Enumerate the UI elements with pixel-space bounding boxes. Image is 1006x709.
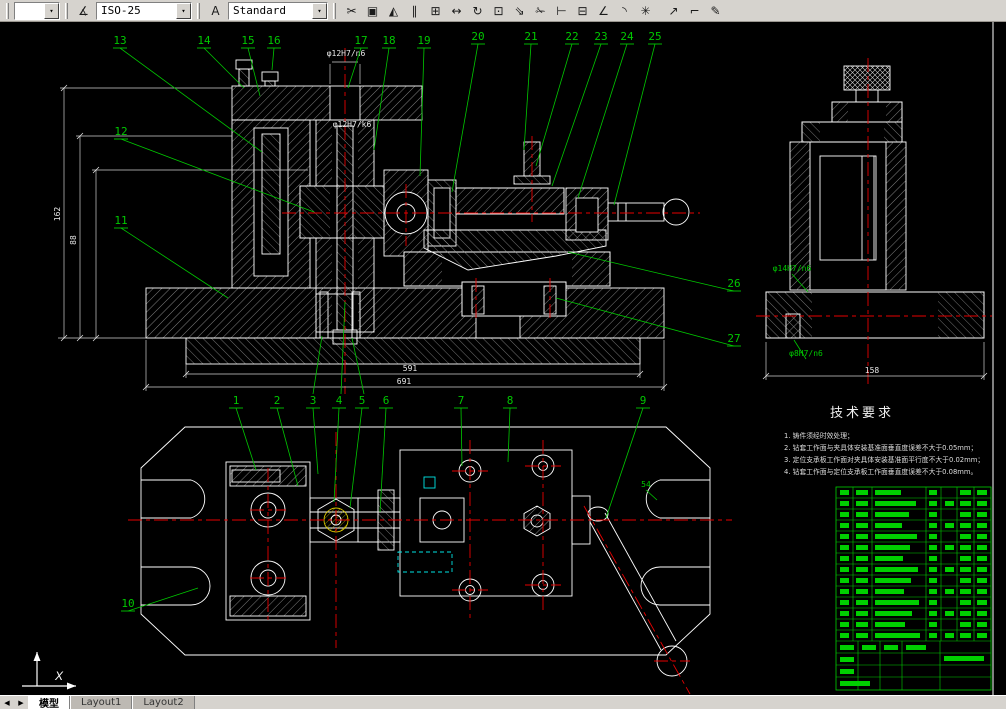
dim-label: φ12H7/n6 xyxy=(327,49,366,58)
part-callout-15: 15 xyxy=(241,34,254,47)
dim-style-combo[interactable]: ISO-25 ▾ xyxy=(96,1,192,20)
part-callout-19: 19 xyxy=(417,34,430,47)
move-tool-icon[interactable]: ↔ xyxy=(446,0,467,21)
dim-label: φ12H7/k6 xyxy=(333,120,372,129)
part-callout-23: 23 xyxy=(594,30,607,43)
dim-style-value: ISO-25 xyxy=(101,4,141,17)
toolbar-grip[interactable] xyxy=(333,2,336,19)
part-callout-3: 3 xyxy=(310,394,317,407)
technical-requirements: 技术要求 1. 铸件须经时效处理； 2. 钻套工作面与夹具体安装基准面垂直度误差不大… xyxy=(784,406,984,476)
copy-tool-icon[interactable]: ▣ xyxy=(362,0,383,21)
erase-tool-icon[interactable]: ✂ xyxy=(341,0,362,21)
explode-tool-icon[interactable]: ✳ xyxy=(635,0,656,21)
tech-req-item: 1. 铸件须经时效处理； xyxy=(784,431,854,440)
part-callout-25: 25 xyxy=(648,30,661,43)
dim-label: 591 xyxy=(403,364,418,373)
toolbar-grip[interactable] xyxy=(6,2,9,19)
break-tool-icon[interactable]: ⊟ xyxy=(572,0,593,21)
layout-tabs: 模型 Layout1 Layout2 xyxy=(28,696,195,709)
dim-label: 88 xyxy=(69,235,78,245)
dim-label: 158 xyxy=(865,366,880,375)
mirror-tool-icon[interactable]: ◭ xyxy=(383,0,404,21)
tab-scroll-right-icon[interactable]: ▶ xyxy=(14,696,28,709)
part-callout-9: 9 xyxy=(640,394,647,407)
layer-combo[interactable]: ▾ xyxy=(14,1,60,20)
drawing-svg: φ12H7/n6φ12H7/k616288591691158φ14H7/n6φ8… xyxy=(22,22,994,695)
tech-req-item: 4. 钻套工作面与定位支承板工作面垂直度误差不大于0.08mm。 xyxy=(784,467,977,476)
text-style-value: Standard xyxy=(233,4,286,17)
tab-scroll-left-icon[interactable]: ◀ xyxy=(0,696,14,709)
part-callout-10: 10 xyxy=(121,597,134,610)
ucs-x-label: X xyxy=(54,669,64,683)
part-callout-26: 26 xyxy=(727,277,740,290)
part-callout-20: 20 xyxy=(471,30,484,43)
leader-tool-icon[interactable]: ↗ xyxy=(663,0,684,21)
part-callout-7: 7 xyxy=(458,394,465,407)
text-style-combo[interactable]: Standard ▾ xyxy=(228,1,328,20)
tab-layout1[interactable]: Layout1 xyxy=(70,696,133,709)
dim-label: φ8H7/n6 xyxy=(789,349,823,358)
offset-tool-icon[interactable]: ∥ xyxy=(404,0,425,21)
part-callout-2: 2 xyxy=(274,394,281,407)
part-callout-1: 1 xyxy=(233,394,240,407)
dim-style-manager-icon[interactable]: ∡ xyxy=(73,0,94,21)
part-callout-21: 21 xyxy=(524,30,537,43)
scale-tool-icon[interactable]: ⊡ xyxy=(488,0,509,21)
side-view xyxy=(765,65,985,339)
part-callout-18: 18 xyxy=(382,34,395,47)
stretch-tool-icon[interactable]: ⇘ xyxy=(509,0,530,21)
part-callout-5: 5 xyxy=(359,394,366,407)
part-callout-17: 17 xyxy=(354,34,367,47)
style-tool-icon[interactable]: ✎ xyxy=(705,0,726,21)
rotate-tool-icon[interactable]: ↻ xyxy=(467,0,488,21)
drawing-canvas[interactable]: φ12H7/n6 φ12H7/k6 162 88 591 691 158 φ14H7/n6 φ8… xyxy=(0,22,1006,695)
main-toolbar: ▾ ∡ ISO-25 ▾ A Standard ▾ ✂ ▣ ◭ ∥ ⊞ ↔ ↻ ⊡ ⇘ ✁ ⊢ ⊟ ∠ ◝… xyxy=(0,0,1006,22)
toolbar-grip[interactable] xyxy=(197,2,200,19)
part-callout-27: 27 xyxy=(727,332,740,345)
part-callout-13: 13 xyxy=(113,34,126,47)
chevron-down-icon[interactable]: ▾ xyxy=(44,2,59,19)
part-callout-6: 6 xyxy=(383,394,390,407)
trim-tool-icon[interactable]: ✁ xyxy=(530,0,551,21)
parts-list-table xyxy=(835,486,992,691)
extend-tool-icon[interactable]: ⊢ xyxy=(551,0,572,21)
part-callout-16: 16 xyxy=(267,34,280,47)
array-tool-icon[interactable]: ⊞ xyxy=(425,0,446,21)
part-callout-14: 14 xyxy=(197,34,211,47)
toolbar-grip[interactable] xyxy=(65,2,68,19)
dim-label: 691 xyxy=(397,377,412,386)
tech-req-item: 2. 钻套工作面与夹具体安装基准面垂直度误差不大于0.05mm； xyxy=(784,443,977,452)
dim-label: φ14H7/n6 xyxy=(773,264,812,273)
ucs-icon: X xyxy=(22,652,76,690)
layout-tab-bar: ◀ ▶ 模型 Layout1 Layout2 xyxy=(0,695,1006,709)
part-callout-11: 11 xyxy=(114,214,127,227)
part-callout-8: 8 xyxy=(507,394,514,407)
toolbar-tools: ✂ ▣ ◭ ∥ ⊞ ↔ ↻ ⊡ ⇘ ✁ ⊢ ⊟ ∠ ◝ ✳ ↗ ⌐ ✎ xyxy=(341,0,726,21)
part-callout-24: 24 xyxy=(620,30,634,43)
tech-req-title: 技术要求 xyxy=(830,406,894,421)
chevron-down-icon[interactable]: ▾ xyxy=(312,2,327,19)
plan-view xyxy=(140,426,711,677)
datum-tool-icon[interactable]: ⌐ xyxy=(684,0,705,21)
part-callout-4: 4 xyxy=(336,394,343,407)
chamfer-tool-icon[interactable]: ∠ xyxy=(593,0,614,21)
dim-label: 162 xyxy=(53,207,62,222)
part-callout-12: 12 xyxy=(114,125,127,138)
dim-label: 54 xyxy=(641,480,651,489)
chevron-down-icon[interactable]: ▾ xyxy=(176,2,191,19)
text-style-manager-icon[interactable]: A xyxy=(205,0,226,21)
tab-layout2[interactable]: Layout2 xyxy=(132,696,195,709)
part-callout-22: 22 xyxy=(565,30,578,43)
fillet-tool-icon[interactable]: ◝ xyxy=(614,0,635,21)
tech-req-item: 3. 定位支承板工作面对夹具体安装基准面平行度不大于0.02mm； xyxy=(784,455,984,464)
tab-model[interactable]: 模型 xyxy=(28,696,70,709)
